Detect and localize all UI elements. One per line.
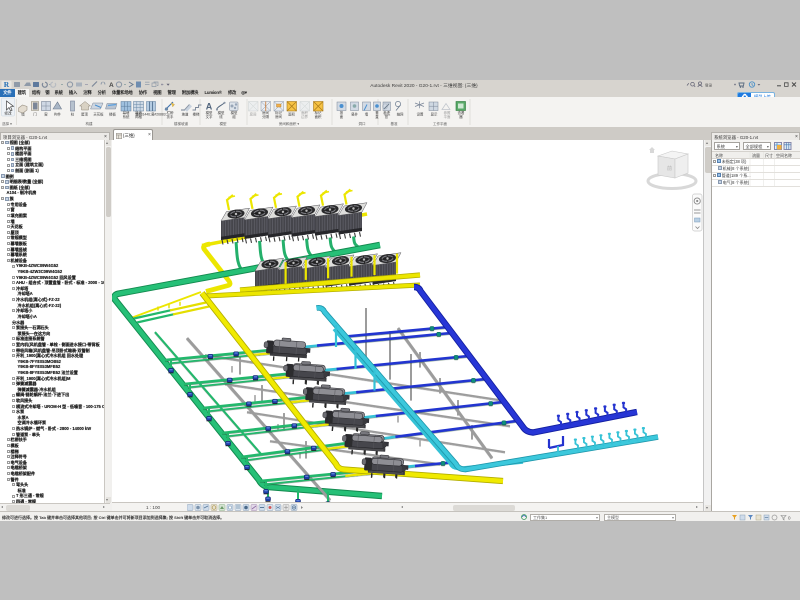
svg-text:楼梯坡道: 楼梯坡道 (174, 121, 188, 126)
svg-text:工作平面: 工作平面 (433, 121, 447, 126)
svg-text:面积: 面积 (315, 114, 322, 119)
svg-text:登录: 登录 (705, 82, 713, 87)
svg-text:房间和面积 ▾: 房间和面积 ▾ (279, 121, 299, 126)
svg-text:楼梯: 楼梯 (193, 112, 200, 117)
svg-text:基准: 基准 (391, 121, 399, 126)
svg-text:标高: 标高 (384, 112, 391, 117)
svg-text:文字: 文字 (206, 114, 213, 119)
svg-text:轴网: 轴网 (397, 112, 404, 117)
svg-text:房间: 房间 (250, 112, 257, 117)
svg-text:墙: 墙 (365, 112, 369, 117)
svg-text:系统: 系统 (123, 114, 130, 119)
svg-text:门: 门 (33, 112, 37, 117)
svg-text:器: 器 (459, 115, 463, 119)
svg-text:坡道: 坡道 (182, 112, 189, 117)
svg-text:R: R (4, 80, 10, 89)
svg-text:选择 ▾: 选择 ▾ (2, 121, 12, 126)
svg-text:面积: 面积 (288, 112, 295, 117)
svg-text:构件: 构件 (54, 112, 61, 117)
svg-text:构建: 构建 (86, 121, 93, 126)
svg-text:房间: 房间 (275, 114, 282, 119)
svg-text:分隔: 分隔 (262, 114, 269, 119)
svg-text:洞口: 洞口 (359, 121, 367, 126)
svg-text:设置: 设置 (417, 112, 424, 117)
svg-text:天花板: 天花板 (93, 112, 104, 117)
svg-text:0: 0 (788, 515, 791, 520)
svg-text:显示: 显示 (431, 113, 438, 117)
svg-text:A: A (206, 102, 213, 112)
svg-text:前: 前 (667, 165, 672, 172)
svg-text:柱: 柱 (71, 112, 75, 117)
svg-text:屋顶: 屋顶 (81, 112, 88, 117)
svg-text:平面: 平面 (444, 114, 451, 119)
svg-text:直: 直 (375, 114, 379, 119)
svg-text:Autodesk Revit 2020 - G20-1.rv: Autodesk Revit 2020 - G20-1.rvt - 三维视图: … (370, 82, 478, 89)
svg-text:窗: 窗 (44, 112, 48, 117)
svg-text:A: A (109, 82, 114, 89)
svg-text:扶手: 扶手 (167, 114, 174, 119)
svg-text:修改: 修改 (4, 111, 12, 116)
svg-text:边界: 边界 (301, 114, 308, 119)
svg-text:楼板: 楼板 (109, 112, 116, 117)
svg-text:模型: 模型 (220, 121, 227, 126)
svg-text:竖੺#31446;竖੺#26883;: 竖੺#31446;竖੺#26883; (135, 112, 166, 117)
svg-text:面: 面 (340, 114, 344, 119)
svg-text:竖井: 竖井 (351, 112, 358, 117)
